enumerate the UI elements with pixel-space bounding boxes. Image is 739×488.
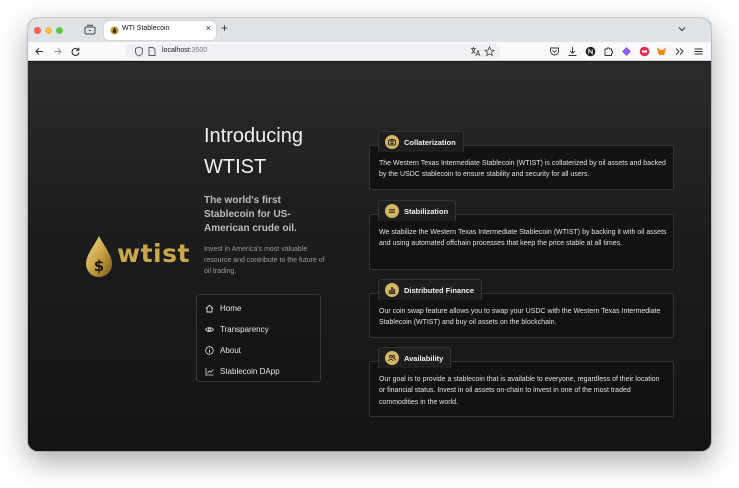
- feature-text: The Western Texas Intermediate Stablecoi…: [379, 160, 666, 179]
- back-arrow-icon[interactable]: [34, 46, 45, 57]
- menu-item-label: Stablecoin DApp: [220, 366, 280, 376]
- pocket-icon[interactable]: [549, 46, 560, 57]
- page-icon[interactable]: [148, 47, 156, 56]
- chart-icon: [205, 367, 214, 375]
- menu-item-label: About: [220, 345, 241, 355]
- wtist-logo: $ wtist: [84, 235, 189, 285]
- chevron-down-icon[interactable]: [677, 24, 687, 34]
- page-title: Introducing WTIST: [204, 125, 303, 178]
- menu-item-label: Home: [220, 303, 242, 313]
- feature-header-collaterization: Collaterization: [378, 131, 464, 152]
- minimize-window-button[interactable]: [45, 27, 52, 34]
- feature-text: Our goal is to provide a stablecoin that…: [379, 376, 660, 406]
- feature-title: Distributed Finance: [404, 285, 475, 295]
- feature-card-stabilization: We stabilize the Western Texas Intermedi…: [369, 214, 674, 270]
- extension-red-icon[interactable]: [639, 46, 650, 57]
- side-menu: Home Transparency About Stablecoin DApp: [196, 294, 321, 382]
- users-icon: [388, 354, 396, 362]
- camera-icon: [388, 139, 396, 146]
- forward-arrow-icon[interactable]: [52, 46, 63, 57]
- menu-item-stablecoin-dapp[interactable]: Stablecoin DApp: [205, 364, 280, 378]
- url-text[interactable]: localhost:3500: [162, 47, 207, 54]
- extension-n-icon[interactable]: [585, 46, 596, 57]
- maximize-window-button[interactable]: [56, 27, 63, 34]
- eye-icon: [205, 326, 214, 332]
- feature-icon-badge: [385, 204, 399, 218]
- tab-title: WTI Stablecoin: [122, 25, 170, 32]
- bars-icon: [388, 287, 396, 294]
- feature-icon-badge: [385, 135, 399, 149]
- feature-icon-badge: [385, 351, 399, 365]
- feature-card-availability: Our goal is to provide a stablecoin that…: [369, 361, 674, 417]
- tab-overview-icon[interactable]: [84, 24, 96, 35]
- feature-text: Our coin swap feature allows you to swap…: [379, 308, 661, 327]
- overflow-chevrons-icon[interactable]: [674, 46, 685, 57]
- download-icon[interactable]: [567, 46, 578, 57]
- equals-icon: [389, 209, 395, 213]
- tab-bar: WTI Stablecoin × +: [28, 18, 711, 42]
- feature-icon-badge: [385, 283, 399, 297]
- feature-header-availability: Availability: [378, 347, 452, 368]
- active-tab[interactable]: WTI Stablecoin ×: [104, 21, 216, 40]
- feature-text: We stabilize the Western Texas Intermedi…: [379, 229, 667, 248]
- feature-header-stabilization: Stabilization: [378, 200, 457, 221]
- menu-item-home[interactable]: Home: [205, 301, 241, 315]
- bookmark-star-icon[interactable]: [484, 46, 495, 57]
- oil-drop-dollar-icon: $: [86, 236, 112, 277]
- url-host: localhost: [162, 47, 190, 54]
- tab-close-icon[interactable]: ×: [206, 23, 211, 33]
- browser-window: WTI Stablecoin × + localhost:3500 $ wtis…: [28, 18, 711, 451]
- feature-title: Availability: [404, 353, 444, 363]
- drop-dollar-symbol: $: [94, 257, 104, 275]
- hamburger-menu-icon[interactable]: [693, 46, 704, 57]
- menu-item-about[interactable]: About: [205, 343, 241, 357]
- favicon-icon: [110, 26, 119, 35]
- info-icon: [205, 345, 214, 355]
- metamask-fox-icon[interactable]: [656, 46, 667, 57]
- feature-title: Collaterization: [404, 137, 456, 147]
- shield-icon[interactable]: [134, 46, 144, 57]
- extensions-puzzle-icon[interactable]: [603, 46, 614, 57]
- new-tab-button[interactable]: +: [221, 21, 228, 35]
- menu-item-transparency[interactable]: Transparency: [205, 322, 269, 336]
- feature-header-distributed-finance: Distributed Finance: [378, 279, 483, 300]
- hero-subtitle: The world's first Stablecoin for US-Amer…: [204, 195, 297, 234]
- feature-title: Stabilization: [404, 206, 449, 216]
- menu-item-label: Transparency: [220, 324, 269, 334]
- translate-icon[interactable]: [470, 46, 481, 57]
- hero-description: Invest in America's most valuable resour…: [204, 246, 325, 275]
- reload-icon[interactable]: [70, 46, 81, 57]
- home-icon: [205, 304, 214, 312]
- address-bar[interactable]: localhost:3500: [126, 44, 500, 59]
- page-content: $ wtist Introducing WTIST The world's fi…: [28, 62, 711, 451]
- navigation-toolbar: localhost:3500: [28, 42, 711, 61]
- extension-purple-icon[interactable]: [621, 46, 632, 57]
- url-port: :3500: [189, 47, 208, 54]
- close-window-button[interactable]: [34, 27, 41, 34]
- logo-wordmark: wtist: [117, 239, 190, 268]
